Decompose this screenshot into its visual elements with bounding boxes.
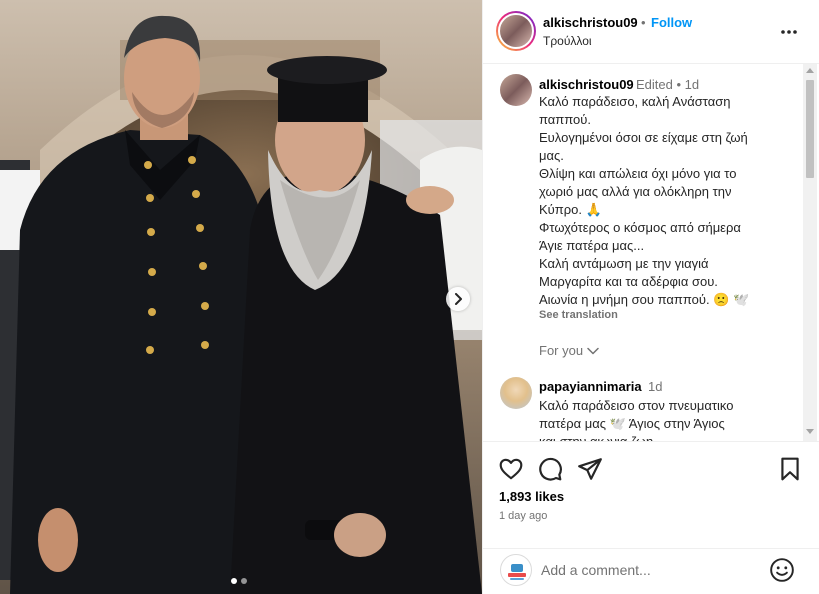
next-photo-button[interactable] (446, 287, 470, 311)
current-user-avatar[interactable] (500, 554, 532, 586)
caption-line: Κύπρο. 🙏 (539, 202, 602, 217)
caption-line: μας. (539, 148, 564, 163)
post-actions: 1,893 likes 1 day ago (483, 443, 819, 549)
heart-icon[interactable] (498, 456, 524, 482)
for-you-toggle[interactable]: For you (539, 343, 599, 358)
add-comment-input[interactable] (541, 559, 761, 581)
for-you-label: For you (539, 343, 584, 358)
see-translation-link[interactable]: See translation (539, 309, 618, 321)
caption-line: Θλίψη και απώλεια όχι μόνο για το (539, 166, 737, 181)
caption-line: Καλό παράδεισο, καλή Ανάσταση (539, 94, 731, 109)
comment-icon[interactable] (537, 456, 563, 482)
scroll-up-arrow-icon[interactable] (806, 68, 814, 73)
follow-button[interactable]: Follow (651, 15, 692, 30)
carousel-dot (231, 578, 237, 584)
add-comment-bar (483, 549, 819, 594)
caption-line: Άγιε πατέρα μας... (539, 238, 645, 253)
header-separator: • (641, 15, 646, 30)
comment-line: πατέρα μας 🕊️ Άγιος στην Άγιος (539, 416, 725, 431)
caption-username[interactable]: alkischristou09 (539, 77, 634, 92)
caption-avatar[interactable] (500, 74, 532, 106)
carousel-indicator (231, 578, 247, 584)
more-icon[interactable] (779, 22, 799, 42)
share-icon[interactable] (577, 456, 603, 482)
emoji-icon[interactable] (769, 557, 795, 583)
caption-text: Καλό παράδεισο, καλή Ανάσταση παππού. Ευ… (539, 93, 799, 309)
author-avatar[interactable] (496, 11, 536, 51)
post-header: alkischristou09 • Follow Τρούλλοι (483, 0, 819, 64)
comments-section[interactable]: alkischristou09 Edited • 1d Καλό παράδει… (483, 64, 819, 442)
comment-line: και στην αιωνια ζωη (539, 434, 654, 442)
current-user-logo-icon (508, 564, 526, 580)
comment-line: Καλό παράδεισο στον πνευματικο (539, 398, 734, 413)
caption-line: Φτωχότερος ο κόσμος από σήμερα (539, 220, 741, 235)
comment-text: Καλό παράδεισο στον πνευματικο πατέρα μα… (539, 397, 799, 442)
commenter-username[interactable]: papayiannimaria (539, 379, 642, 394)
caption-line: Μαργαρίτα και τα αδέρφια σου. (539, 274, 718, 289)
caption-line: Ευλογημένοι όσοι σε είχαμε στη ζωή (539, 130, 748, 145)
author-username[interactable]: alkischristou09 (543, 15, 638, 30)
caption-line: χωριό μας αλλά για ολόκληρη την (539, 184, 732, 199)
photo-image (0, 0, 482, 594)
bookmark-icon[interactable] (777, 456, 803, 482)
post-panel: alkischristou09 • Follow Τρούλλοι alkisc… (482, 0, 819, 594)
caption-line: παππού. (539, 112, 592, 127)
post-time: 1 day ago (499, 510, 548, 522)
comments-scrollbar[interactable] (803, 64, 817, 441)
chevron-down-icon (587, 347, 599, 354)
caption-line: Αιωνία η μνήμη σου παππού. 🙁 🕊️ (539, 292, 750, 307)
post-location[interactable]: Τρούλλοι (543, 34, 592, 48)
post-photo[interactable] (0, 0, 482, 594)
scrollbar-thumb[interactable] (806, 80, 814, 178)
comment-time: 1d (648, 379, 663, 394)
likes-count[interactable]: 1,893 likes (499, 489, 564, 504)
commenter-avatar[interactable] (500, 377, 532, 409)
carousel-dot (241, 578, 247, 584)
scroll-down-arrow-icon[interactable] (806, 429, 814, 434)
caption-meta: Edited • 1d (636, 77, 700, 92)
chevron-right-icon (455, 293, 462, 305)
caption-line: Καλή αντάμωση με την γιαγιά (539, 256, 709, 271)
